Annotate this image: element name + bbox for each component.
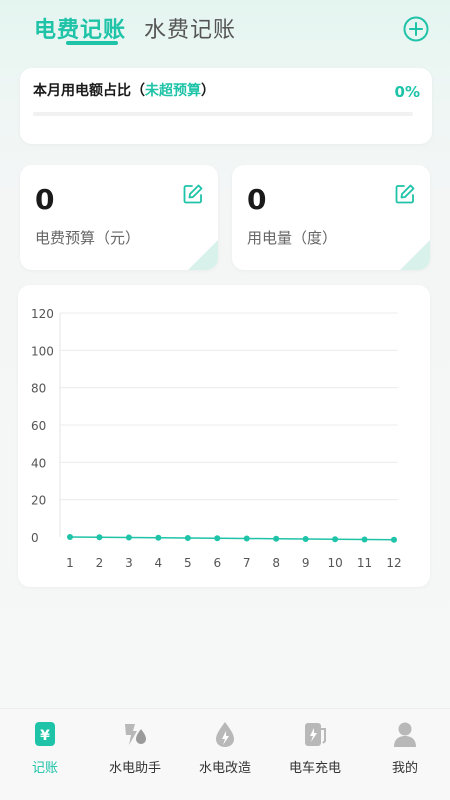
x-tick-label: 2 [96,556,104,570]
data-point [302,536,309,542]
user-icon [394,722,416,747]
charger-icon [305,723,326,746]
tab-electricity[interactable]: 电费记账 [34,12,126,44]
nav-label: 我的 [391,761,418,776]
tools-icon [125,724,146,745]
usage-ratio-progress [33,112,413,116]
x-tick-label: 7 [243,556,251,570]
corner-fold-decoration [400,240,430,270]
data-point [184,535,191,541]
header: 电费记账 水费记账 [0,0,450,60]
data-point [67,534,73,540]
usage-value: 0 [247,183,267,216]
y-tick-label: 0 [31,531,39,545]
data-point [96,534,103,541]
budget-value: 0 [35,183,55,216]
nav-label: 电车充电 [288,761,341,776]
y-tick-label: 40 [31,456,46,470]
data-point [273,535,280,542]
x-tick-label: 11 [357,556,372,570]
nav-label: 水电改造 [198,761,251,776]
data-point [214,535,221,542]
x-tick-label: 6 [213,556,221,570]
corner-fold-decoration [188,240,218,270]
water-drop-icon [216,722,234,747]
x-tick-label: 1 [66,556,74,570]
nav-label: 记账 [31,761,58,776]
data-point [391,536,397,543]
data-point [243,535,250,542]
data-point [332,536,339,543]
budget-status: 未超预算 [145,83,201,99]
data-point [361,536,368,543]
nav-item-profile[interactable]: 我的 [360,709,450,800]
x-tick-label: 4 [155,556,163,570]
x-tick-label: 3 [125,556,133,570]
tab-water[interactable]: 水费记账 [144,12,236,44]
nav-item-bookkeeping[interactable]: ¥ 记账 [0,709,90,800]
usage-ratio-value: 0% [394,83,420,101]
x-tick-label: 9 [302,556,310,570]
budget-label: 电费预算（元） [35,229,141,247]
y-tick-label: 80 [31,382,46,396]
bottom-nav: ¥ 记账 水电助手 水电改造 电车充电 我的 [0,708,450,800]
y-tick-label: 120 [31,307,54,321]
plus-circle-icon[interactable] [403,16,429,42]
y-tick-label: 100 [31,344,54,358]
active-tab-indicator [66,41,118,45]
usage-label: 用电量（度） [247,229,338,247]
usage-ratio-title: 本月用电额占比（未超预算） [33,83,215,99]
budget-card[interactable]: 0 电费预算（元） [20,165,218,270]
series-line [69,536,395,541]
edit-icon[interactable] [182,183,204,205]
monthly-usage-chart: 0 20 40 60 80 100 120 1 2 3 4 5 6 7 8 9 10 11 12 [18,285,430,587]
nav-item-ev-charging[interactable]: 电车充电 [270,709,360,800]
data-point [155,534,162,541]
yuan-icon: ¥ [35,722,55,746]
y-tick-label: 60 [31,419,46,433]
nav-label: 水电助手 [108,761,161,776]
line-chart: 0204060801001201 2 3 4 5 6 7 8 9 10 11 12 [31,307,402,570]
usage-card[interactable]: 0 用电量（度） [232,165,430,270]
x-tick-label: 10 [327,556,342,570]
x-tick-label: 8 [272,556,280,570]
nav-item-utility-assistant[interactable]: 水电助手 [90,709,180,800]
usage-ratio-card: 本月用电额占比（未超预算） 0% [20,68,432,144]
x-tick-label: 5 [184,556,192,570]
x-tick-label: 12 [386,556,401,570]
svg-text:¥: ¥ [40,728,50,744]
nav-item-utility-renovation[interactable]: 水电改造 [180,709,270,800]
y-tick-label: 20 [31,494,46,508]
data-point [125,534,132,541]
edit-icon[interactable] [394,183,416,205]
